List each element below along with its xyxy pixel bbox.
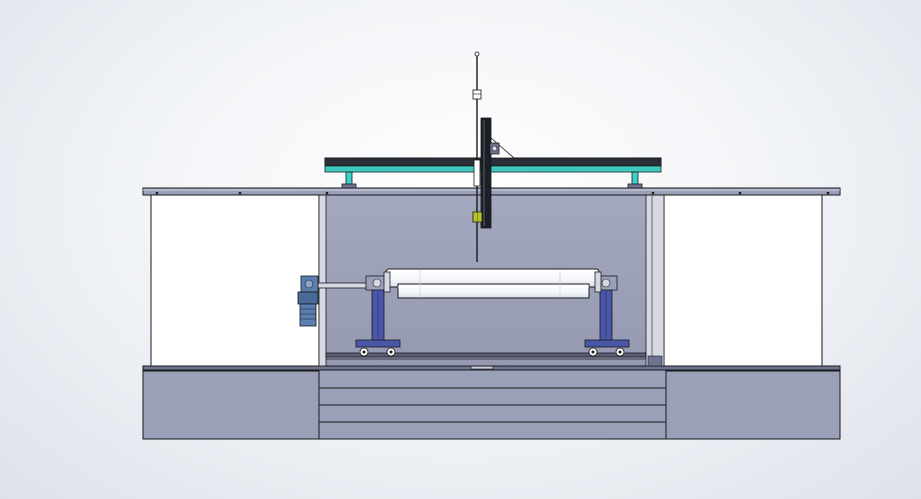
gantry-support-left [341,171,357,189]
sensor-block [472,211,483,223]
glass-panel-right [663,194,823,367]
base-left-cabinet [142,368,320,440]
z-axis-column [480,117,492,229]
top-deck-plate [142,187,841,196]
pipe-workpiece [383,268,602,299]
machine-drawing [142,51,841,440]
base-right-cabinet [665,368,841,440]
glass-panel-left [150,194,322,367]
z-axis-bracket [489,137,516,159]
chamber-post-right [645,194,665,367]
chamber-post-left [318,194,327,367]
gantry-rail [324,157,662,173]
gearmotor-icon [297,275,319,327]
base-center-drawers [318,368,667,440]
gantry-support-right [627,171,643,189]
cad-viewport[interactable] [0,0,921,499]
base-top-plate [142,365,841,371]
